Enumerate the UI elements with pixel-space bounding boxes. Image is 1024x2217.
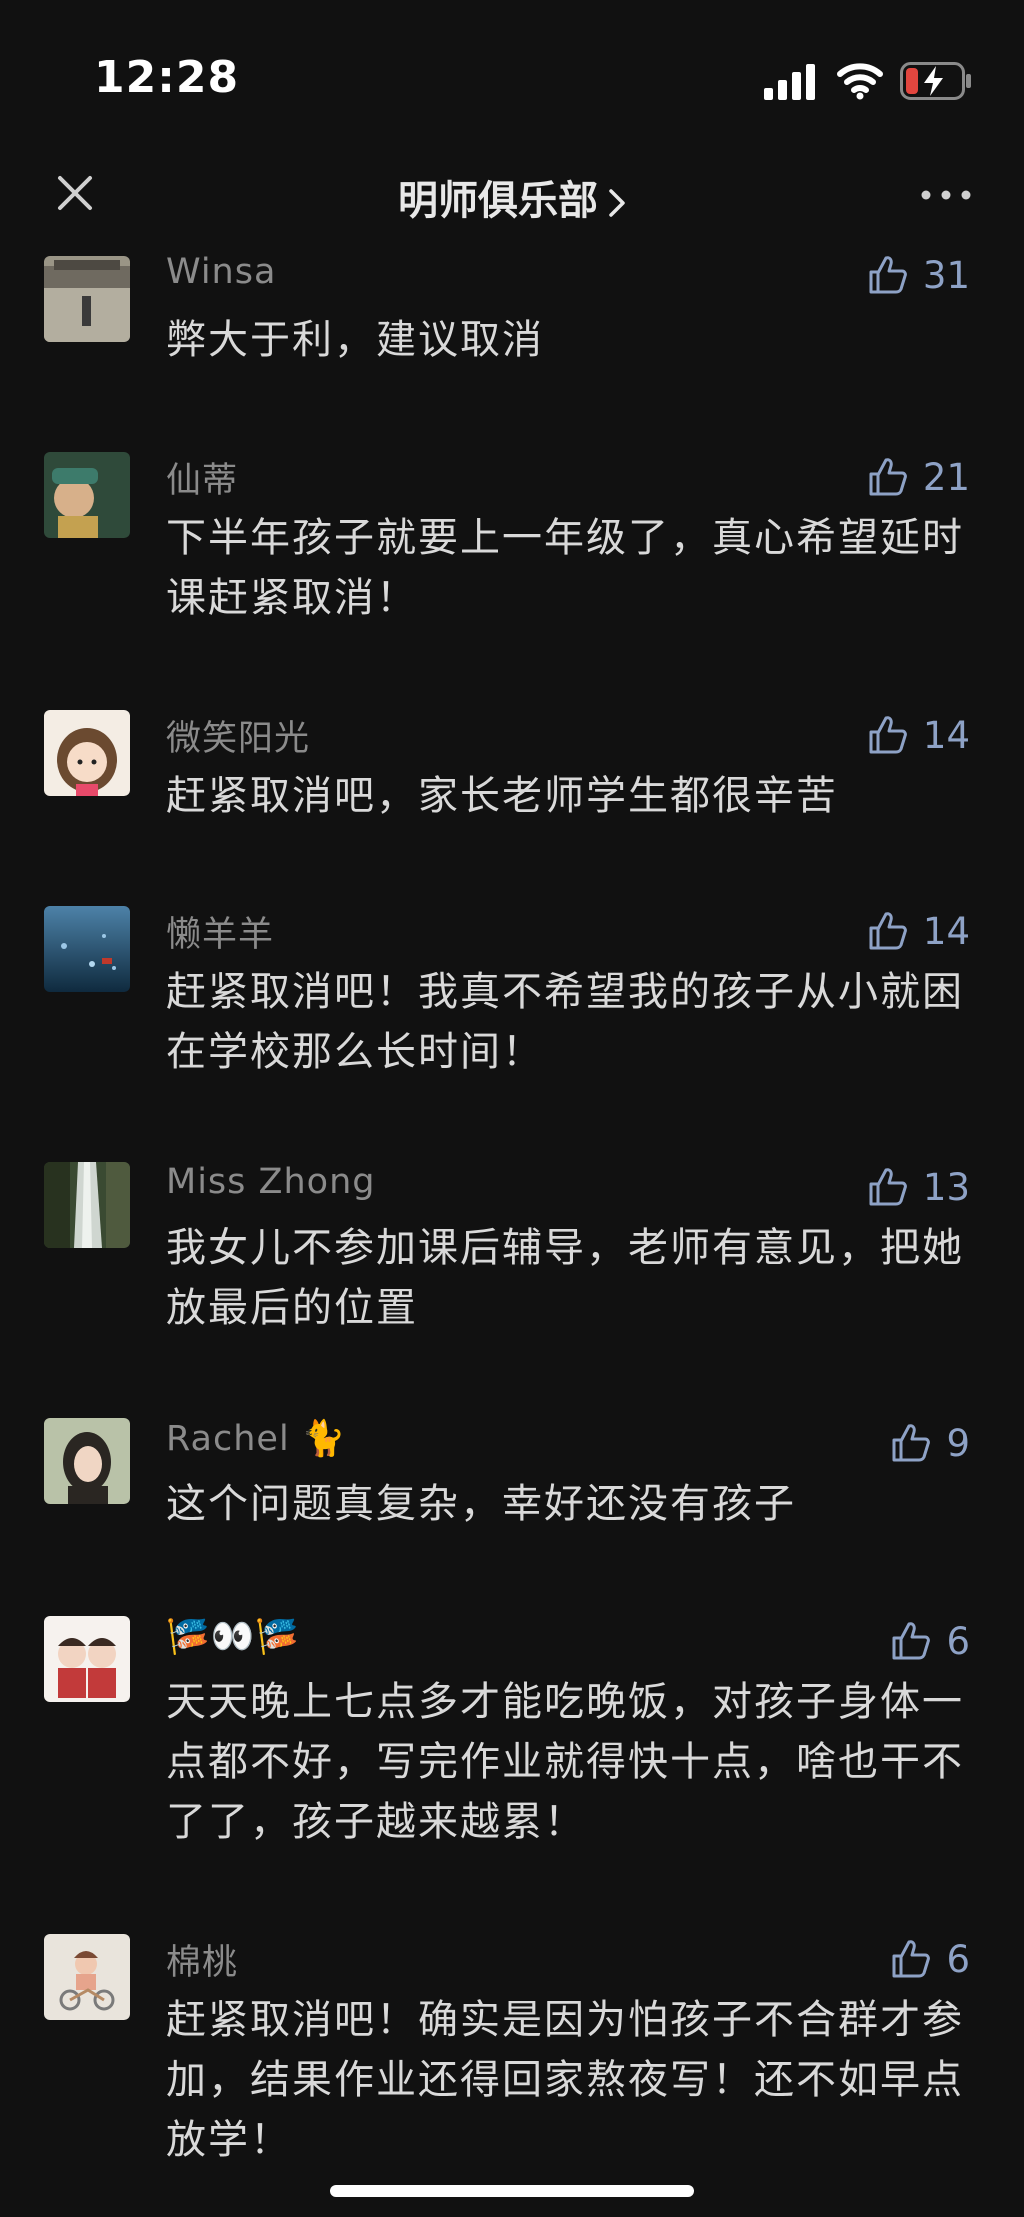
comment-author: 微笑阳光	[166, 719, 311, 759]
like-count: 31	[922, 253, 970, 297]
like-count: 13	[922, 1165, 970, 1209]
like-button[interactable]: 13	[867, 1162, 970, 1212]
comment-author: 🎏👀🎏	[166, 1617, 300, 1657]
like-count: 14	[922, 713, 970, 757]
chevron-right-icon	[609, 189, 625, 217]
comment-author: Miss Zhong	[166, 1162, 376, 1202]
comment-text: 天天晚上七点多才能吃晚饭，对孩子身体一点都不好，写完作业就得快十点，啥也干不了了…	[166, 1679, 964, 1845]
more-dots-icon[interactable]	[916, 180, 976, 210]
avatar[interactable]	[44, 1162, 130, 1248]
comment-author: Winsa	[166, 252, 277, 292]
comment-text: 赶紧取消吧，家长老师学生都很辛苦	[166, 773, 838, 819]
avatar[interactable]	[44, 710, 130, 796]
battery-icon	[900, 62, 971, 100]
thumbs-up-icon	[892, 1940, 931, 1978]
like-button[interactable]: 14	[867, 906, 970, 956]
comment-text: 赶紧取消吧！我真不希望我的孩子从小就困在学校那么长时间！	[166, 969, 964, 1075]
like-button[interactable]: 6	[890, 1934, 970, 1984]
thumbs-up-icon	[869, 1168, 907, 1206]
like-button[interactable]: 31	[867, 250, 970, 300]
thumbs-up-icon	[869, 716, 907, 754]
status-bar: 12:28	[0, 0, 1024, 160]
like-count: 9	[946, 1421, 970, 1465]
thumbs-up-icon	[869, 912, 907, 950]
avatar[interactable]	[44, 906, 130, 992]
thumbs-up-icon	[869, 458, 907, 496]
thumbs-up-icon	[869, 256, 907, 294]
like-button[interactable]: 14	[867, 710, 970, 760]
home-indicator[interactable]	[330, 2185, 694, 2197]
comment-text: 我女儿不参加课后辅导，老师有意见，把她放最后的位置	[166, 1225, 964, 1331]
page-title: 明师俱乐部	[398, 178, 598, 224]
comment-text: 赶紧取消吧！确实是因为怕孩子不合群才参加，结果作业还得回家熬夜写！还不如早点放学…	[166, 1997, 964, 2163]
like-button[interactable]: 6	[890, 1616, 970, 1666]
comment-text: 这个问题真复杂，幸好还没有孩子	[166, 1481, 796, 1527]
like-count: 6	[946, 1937, 970, 1981]
comment-text: 弊大于利，建议取消	[166, 317, 544, 363]
avatar[interactable]	[44, 256, 130, 342]
thumbs-up-icon	[892, 1622, 931, 1660]
cellular-signal-icon	[764, 64, 815, 100]
comment-author: Rachel 🐈	[166, 1419, 347, 1459]
status-time: 12:28	[94, 52, 240, 103]
like-count: 6	[946, 1619, 970, 1663]
comment-text: 下半年孩子就要上一年级了，真心希望延时课赶紧取消！	[166, 515, 964, 621]
comment-author: 棉桃	[166, 1943, 239, 1983]
wifi-icon	[837, 63, 883, 100]
like-button[interactable]: 21	[867, 452, 970, 502]
avatar[interactable]	[44, 1418, 130, 1504]
avatar[interactable]	[44, 1616, 130, 1702]
thumbs-up-icon	[892, 1424, 931, 1462]
page-title-link[interactable]: 明师俱乐部	[0, 168, 1024, 226]
comment-author: 仙蒂	[166, 461, 239, 501]
like-count: 14	[922, 909, 970, 953]
avatar[interactable]	[44, 452, 130, 538]
avatar[interactable]	[44, 1934, 130, 2020]
like-count: 21	[922, 455, 970, 499]
like-button[interactable]: 9	[890, 1418, 970, 1468]
comment-author: 懒羊羊	[166, 915, 275, 955]
